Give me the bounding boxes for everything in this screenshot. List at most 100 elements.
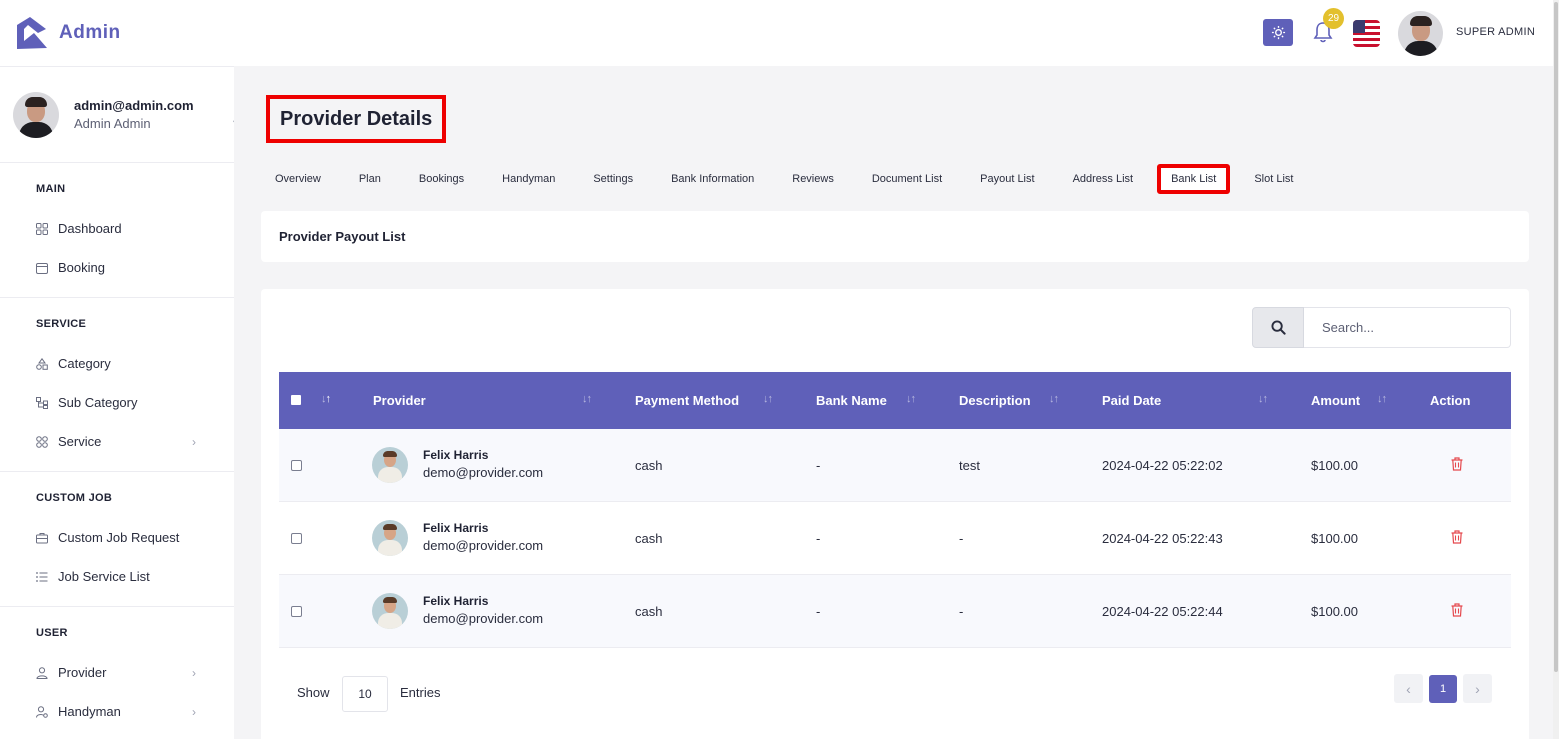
amount-cell: $100.00	[1311, 458, 1358, 473]
amount-cell: $100.00	[1311, 604, 1358, 619]
chevron-right-icon: ›	[192, 704, 196, 719]
tab-settings[interactable]: Settings	[579, 164, 647, 194]
sort-icon[interactable]: ↓↑	[321, 393, 331, 405]
tab-bookings[interactable]: Bookings	[405, 164, 478, 194]
tab-address-list[interactable]: Address List	[1059, 164, 1148, 194]
avatar	[13, 91, 59, 138]
sort-icon[interactable]: ↓↑	[1258, 393, 1268, 405]
trash-icon[interactable]	[1451, 603, 1463, 617]
sidebar-item-job-service-list[interactable]: Job Service List	[36, 557, 234, 596]
bank-name-cell: -	[816, 604, 821, 619]
nav-section-user: USER Provider › Handyman ›	[0, 607, 234, 739]
table-row: Felix Harris demo@provider.com cash - te…	[279, 429, 1511, 502]
theme-toggle-button[interactable]	[1263, 19, 1293, 46]
sidebar-item-provider[interactable]: Provider ›	[36, 653, 234, 692]
sidebar-item-sub-category[interactable]: Sub Category	[36, 383, 234, 422]
briefcase-icon	[36, 532, 48, 544]
page-size-select[interactable]: 10	[342, 676, 388, 712]
description-cell: -	[959, 604, 964, 619]
payment-method-cell: cash	[635, 458, 663, 473]
pagination-prev-button[interactable]: ‹	[1394, 674, 1423, 703]
calendar-icon	[36, 262, 48, 274]
sidebar-item-label: Job Service List	[58, 569, 150, 584]
sidebar-item-handyman[interactable]: Handyman ›	[36, 692, 234, 731]
sidebar-item-category[interactable]: Category	[36, 344, 234, 383]
row-checkbox[interactable]	[291, 460, 302, 471]
bank-name-cell: -	[816, 458, 821, 473]
sidebar-item-label: Provider	[58, 665, 107, 680]
user-icon	[36, 666, 48, 679]
tab-reviews[interactable]: Reviews	[778, 164, 848, 194]
sidebar-item-label: Custom Job Request	[58, 530, 180, 545]
sidebar-item-label: Category	[58, 356, 111, 371]
tab-bank-list[interactable]: Bank List	[1157, 164, 1231, 194]
pagination-next-button[interactable]: ›	[1463, 674, 1492, 703]
sidebar-item-custom-job-request[interactable]: Custom Job Request	[36, 518, 234, 557]
sidebar-item-dashboard[interactable]: Dashboard	[36, 209, 234, 248]
tab-slot-list[interactable]: Slot List	[1240, 164, 1307, 194]
sort-icon[interactable]: ↓↑	[582, 393, 592, 405]
column-header-payment-method[interactable]: Payment Method	[635, 372, 739, 429]
table-header: ↓↑ Provider ↓↑ Payment Method ↓↑ Bank Na…	[279, 372, 1511, 429]
profile-name: Admin Admin	[74, 116, 151, 131]
pagination-page-button[interactable]: 1	[1429, 675, 1457, 703]
payment-method-cell: cash	[635, 604, 663, 619]
show-label: Show	[297, 685, 330, 700]
row-checkbox[interactable]	[291, 606, 302, 617]
provider-email: demo@provider.com	[423, 611, 544, 626]
tab-handyman[interactable]: Handyman	[488, 164, 569, 194]
sort-icon[interactable]: ↓↑	[1377, 393, 1387, 405]
sidebar-item-booking[interactable]: Booking	[36, 248, 234, 287]
list-icon	[36, 571, 48, 583]
table-row: Felix Harris demo@provider.com cash - - …	[279, 575, 1511, 648]
topbar: 29 SUPER ADMIN	[234, 0, 1559, 66]
avatar[interactable]	[1398, 11, 1443, 56]
trash-icon[interactable]	[1451, 457, 1463, 471]
nav-section-service: SERVICE Category Sub Category Service ›	[0, 298, 234, 472]
provider-name: Felix Harris	[423, 448, 489, 462]
sort-icon[interactable]: ↓↑	[763, 393, 773, 405]
chevron-left-icon: ‹	[1406, 680, 1411, 697]
sort-icon[interactable]: ↓↑	[1049, 393, 1059, 405]
grid-icon	[36, 222, 48, 235]
tab-payout-list[interactable]: Payout List	[966, 164, 1048, 194]
bank-name-cell: -	[816, 531, 821, 546]
table-card: ↓↑ Provider ↓↑ Payment Method ↓↑ Bank Na…	[261, 289, 1529, 739]
trash-icon[interactable]	[1451, 530, 1463, 544]
provider-tabs: Overview Plan Bookings Handyman Settings…	[261, 164, 1317, 194]
brand-name: Admin	[59, 22, 121, 43]
provider-avatar	[372, 593, 408, 629]
amount-cell: $100.00	[1311, 531, 1358, 546]
provider-email: demo@provider.com	[423, 465, 544, 480]
tab-document-list[interactable]: Document List	[858, 164, 956, 194]
sidebar-item-label: Booking	[58, 260, 105, 275]
nav-section-title: MAIN	[36, 183, 66, 195]
nav-section-title: USER	[36, 627, 68, 639]
column-header-paid-date[interactable]: Paid Date	[1102, 372, 1161, 429]
sidebar-collapse-button[interactable]: ‹	[224, 105, 234, 135]
sidebar-item-service[interactable]: Service ›	[36, 422, 234, 461]
sort-icon[interactable]: ↓↑	[906, 393, 916, 405]
select-all-checkbox[interactable]	[291, 395, 301, 405]
column-header-bank-name[interactable]: Bank Name	[816, 372, 887, 429]
page-scrollbar[interactable]	[1553, 0, 1559, 739]
search-input[interactable]	[1304, 307, 1511, 348]
page-title: Provider Details	[280, 107, 433, 130]
user-role-label[interactable]: SUPER ADMIN	[1456, 26, 1535, 38]
chevron-right-icon: ›	[192, 665, 196, 680]
card-title: Provider Payout List	[279, 229, 406, 244]
language-flag-icon[interactable]	[1353, 20, 1380, 47]
brand[interactable]: Admin	[0, 0, 234, 66]
tab-overview[interactable]: Overview	[261, 164, 335, 194]
tab-plan[interactable]: Plan	[345, 164, 395, 194]
column-header-description[interactable]: Description	[959, 372, 1031, 429]
column-header-provider[interactable]: Provider	[373, 372, 426, 429]
search-button[interactable]	[1252, 307, 1304, 348]
tab-bank-information[interactable]: Bank Information	[657, 164, 768, 194]
payout-list-card: Provider Payout List	[261, 211, 1529, 262]
column-header-amount[interactable]: Amount	[1311, 372, 1360, 429]
sidebar-profile[interactable]: admin@admin.com Admin Admin ‹	[0, 66, 234, 163]
description-cell: test	[959, 458, 980, 473]
paid-date-cell: 2024-04-22 05:22:43	[1102, 531, 1223, 546]
row-checkbox[interactable]	[291, 533, 302, 544]
